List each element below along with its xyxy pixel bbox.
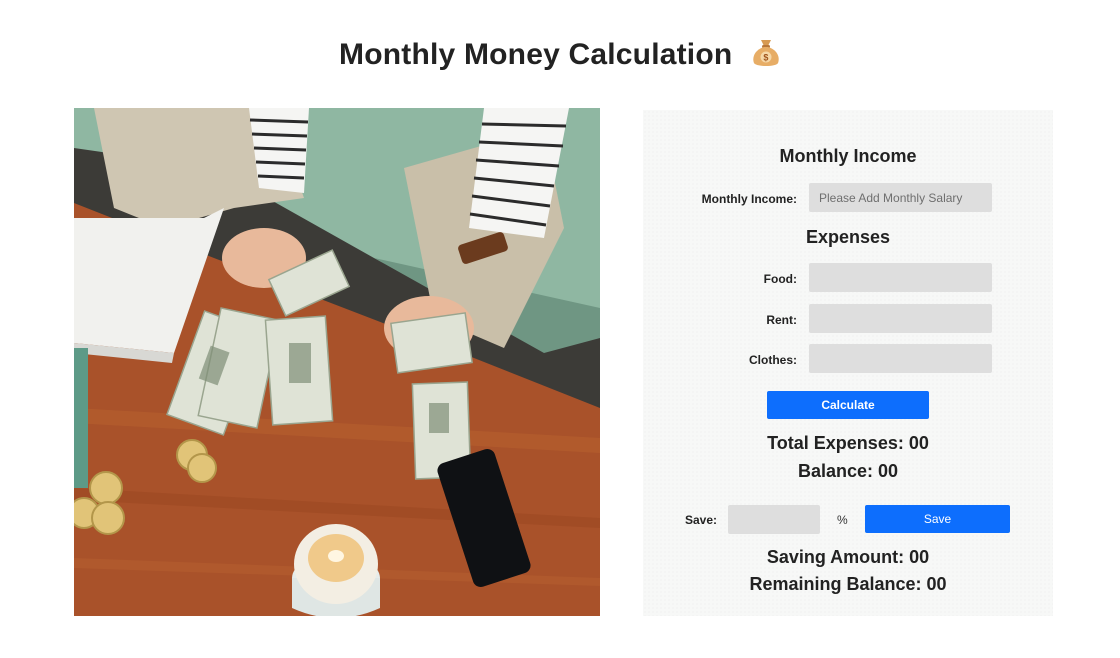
saving-amount-text: Saving Amount: 00 xyxy=(766,547,930,567)
total-expenses-text: Total Expenses: 00 xyxy=(767,433,929,453)
clothes-input[interactable] xyxy=(809,344,992,373)
food-input[interactable] xyxy=(809,263,992,292)
save-label: Save: xyxy=(684,513,717,527)
money-photo xyxy=(74,108,600,616)
monthly-income-input[interactable] xyxy=(809,183,992,212)
rent-input[interactable] xyxy=(809,304,992,333)
clothes-label: Clothes: xyxy=(749,353,797,367)
svg-text:$: $ xyxy=(763,53,768,63)
monthly-income-label: Monthly Income: xyxy=(701,192,797,206)
income-heading: Monthly Income xyxy=(779,146,917,166)
food-label: Food: xyxy=(763,272,797,286)
save-button[interactable]: Save xyxy=(865,505,1010,533)
money-bag-icon: $ xyxy=(751,36,781,76)
rent-label: Rent: xyxy=(766,313,797,327)
percent-sign: % xyxy=(837,513,848,527)
calculator-panel: Monthly Income Monthly Income: Expenses … xyxy=(643,110,1053,616)
page-title-text: Monthly Money Calculation xyxy=(339,38,733,71)
save-percent-input[interactable] xyxy=(728,505,820,534)
remaining-balance-text: Remaining Balance: 00 xyxy=(749,574,947,594)
balance-text: Balance: 00 xyxy=(797,461,899,481)
page-title: Monthly Money Calculation $ xyxy=(0,36,1120,76)
calculate-button[interactable]: Calculate xyxy=(767,391,929,419)
expenses-heading: Expenses xyxy=(805,227,891,247)
